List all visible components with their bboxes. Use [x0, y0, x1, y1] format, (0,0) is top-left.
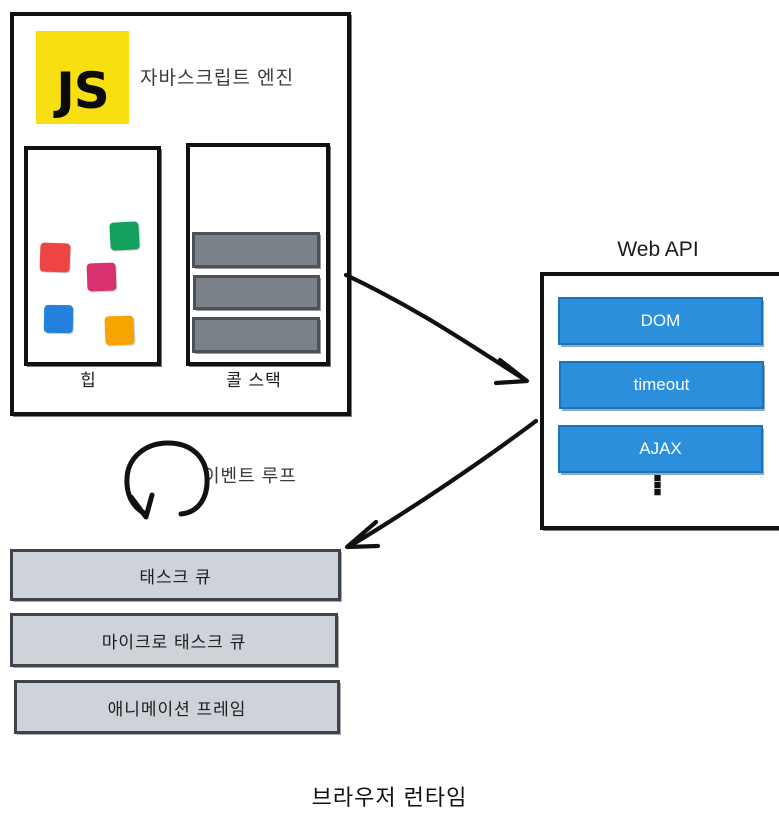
- web-api-item-ajax[interactable]: AJAX: [558, 425, 763, 473]
- browser-runtime-caption: 브라우저 런타임: [311, 785, 468, 810]
- arrow-engine-to-webapi: [343, 272, 530, 386]
- web-api-more-icon: ■ ■ ■: [540, 471, 775, 499]
- web-api-item-dom[interactable]: DOM: [558, 297, 763, 345]
- web-api-item-label: AJAX: [639, 439, 682, 458]
- heap-object-orange: [104, 315, 135, 346]
- call-stack-frame: [192, 317, 320, 353]
- call-stack-caption: 콜 스택: [226, 371, 282, 390]
- web-api-item-label: timeout: [633, 375, 690, 394]
- task-queue-label: 태스크 큐: [139, 567, 212, 587]
- call-stack-frame: [192, 232, 320, 268]
- heap-object-blue: [43, 304, 74, 334]
- event-loop-label: 이벤트 루프: [203, 466, 297, 486]
- event-loop-arrow-icon: [124, 440, 210, 520]
- microtask-queue-label: 마이크로 태스크 큐: [101, 632, 247, 652]
- animation-frame-queue: 애니메이션 프레임: [14, 680, 340, 734]
- javascript-logo-label: JS: [56, 62, 110, 120]
- heap-object-green: [109, 221, 140, 251]
- web-api-title: Web API: [617, 238, 699, 261]
- web-api-item-label: DOM: [640, 311, 681, 330]
- heap-object-red: [39, 242, 71, 273]
- web-api-item-timeout[interactable]: timeout: [559, 361, 764, 409]
- microtask-queue: 마이크로 태스크 큐: [10, 613, 338, 667]
- javascript-engine-title: 자바스크립트 엔진: [140, 68, 295, 89]
- diagram-canvas: JS 자바스크립트 엔진 힙 콜 스택 Web API DOM timeout AJ…: [0, 0, 779, 824]
- heap-object-pink: [86, 262, 117, 292]
- dot-icon: ■: [653, 484, 662, 499]
- task-queue: 태스크 큐: [10, 549, 341, 601]
- javascript-logo: JS: [36, 31, 129, 124]
- arrow-webapi-to-taskqueue: [344, 418, 539, 550]
- heap-caption: 힙: [80, 371, 97, 390]
- animation-frame-queue-label: 애니메이션 프레임: [107, 699, 247, 719]
- call-stack-frame: [193, 275, 320, 310]
